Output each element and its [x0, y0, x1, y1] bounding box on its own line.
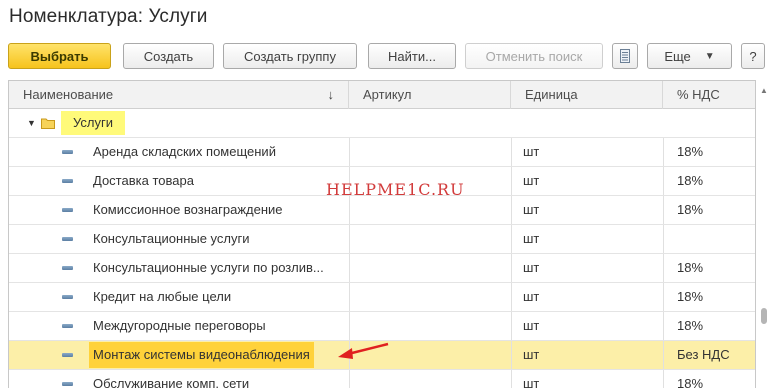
- row-vat: 18%: [677, 376, 704, 388]
- row-vat: 18%: [677, 144, 704, 159]
- row-vat: 18%: [677, 202, 704, 217]
- scroll-up-icon[interactable]: ▲: [760, 86, 768, 95]
- row-vat: 18%: [677, 289, 704, 304]
- list-settings-button[interactable]: [612, 43, 638, 69]
- folder-icon: [41, 118, 55, 129]
- find-button[interactable]: Найти...: [368, 43, 456, 69]
- row-vat: 18%: [677, 260, 704, 275]
- row-name: Монтаж системы видеонаблюдения: [89, 342, 314, 368]
- caret-down-icon: ▼: [704, 50, 715, 62]
- service-item-icon: [62, 353, 73, 357]
- row-unit: шт: [523, 347, 540, 362]
- more-button[interactable]: Еще ▼: [647, 43, 732, 69]
- row-unit: шт: [523, 173, 540, 188]
- service-item-icon: [62, 295, 73, 299]
- service-item-icon: [62, 382, 73, 386]
- table-row[interactable]: Междугородные переговоры шт 18%: [9, 312, 755, 341]
- vertical-scrollbar[interactable]: ▲: [756, 80, 774, 388]
- row-unit: шт: [523, 289, 540, 304]
- list-icon: [620, 49, 630, 63]
- page-title: Номенклатура: Услуги: [9, 6, 208, 27]
- service-item-icon: [62, 208, 73, 212]
- row-unit: шт: [523, 318, 540, 333]
- group-row[interactable]: ▼ Услуги: [9, 109, 755, 138]
- row-name: Консультационные услуги по розлив...: [93, 260, 324, 275]
- row-unit: шт: [523, 144, 540, 159]
- row-unit: шт: [523, 231, 540, 246]
- group-label: Услуги: [61, 111, 125, 135]
- row-name: Кредит на любые цели: [93, 289, 232, 304]
- row-unit: шт: [523, 376, 540, 388]
- sort-desc-icon: ↓: [327, 87, 335, 102]
- table-row[interactable]: Обслуживание комп. сети шт 18%: [9, 370, 755, 388]
- row-unit: шт: [523, 260, 540, 275]
- row-name: Доставка товара: [93, 173, 194, 188]
- row-vat: 18%: [677, 173, 704, 188]
- create-group-button[interactable]: Создать группу: [223, 43, 357, 69]
- service-item-icon: [62, 266, 73, 270]
- row-name: Обслуживание комп. сети: [93, 376, 250, 388]
- scroll-thumb[interactable]: [761, 308, 767, 324]
- row-name: Комиссионное вознаграждение: [93, 202, 283, 217]
- table-row[interactable]: Аренда складских помещений шт 18%: [9, 138, 755, 167]
- table-row[interactable]: Кредит на любые цели шт 18%: [9, 283, 755, 312]
- expand-triangle-icon[interactable]: ▼: [27, 109, 36, 137]
- row-name: Междугородные переговоры: [93, 318, 266, 333]
- cancel-search-button[interactable]: Отменить поиск: [465, 43, 603, 69]
- service-item-icon: [62, 324, 73, 328]
- toolbar: Выбрать Создать Создать группу Найти... …: [0, 43, 774, 71]
- watermark: HELPME1C.RU: [326, 180, 465, 199]
- table-row[interactable]: Консультационные услуги по розлив... шт 18…: [9, 254, 755, 283]
- help-button[interactable]: ?: [741, 43, 765, 69]
- column-header-article[interactable]: Артикул: [349, 81, 511, 109]
- row-vat: 18%: [677, 318, 704, 333]
- choose-button[interactable]: Выбрать: [8, 43, 111, 69]
- row-unit: шт: [523, 202, 540, 217]
- service-item-icon: [62, 179, 73, 183]
- service-item-icon: [62, 150, 73, 154]
- row-vat: Без НДС: [677, 347, 730, 362]
- column-header-unit[interactable]: Единица: [511, 81, 663, 109]
- row-name: Аренда складских помещений: [93, 144, 276, 159]
- table-row[interactable]: Комиссионное вознаграждение шт 18%: [9, 196, 755, 225]
- create-button[interactable]: Создать: [123, 43, 214, 69]
- column-header-vat[interactable]: % НДС: [663, 81, 755, 109]
- table-row[interactable]: Консультационные услуги шт: [9, 225, 755, 254]
- service-item-icon: [62, 237, 73, 241]
- table-header: Наименование ↓ Артикул Единица % НДС: [9, 81, 755, 109]
- red-arrow-icon: [338, 342, 389, 359]
- column-header-name[interactable]: Наименование ↓: [9, 81, 349, 109]
- more-label: Еще: [664, 48, 691, 64]
- row-name: Консультационные услуги: [93, 231, 250, 246]
